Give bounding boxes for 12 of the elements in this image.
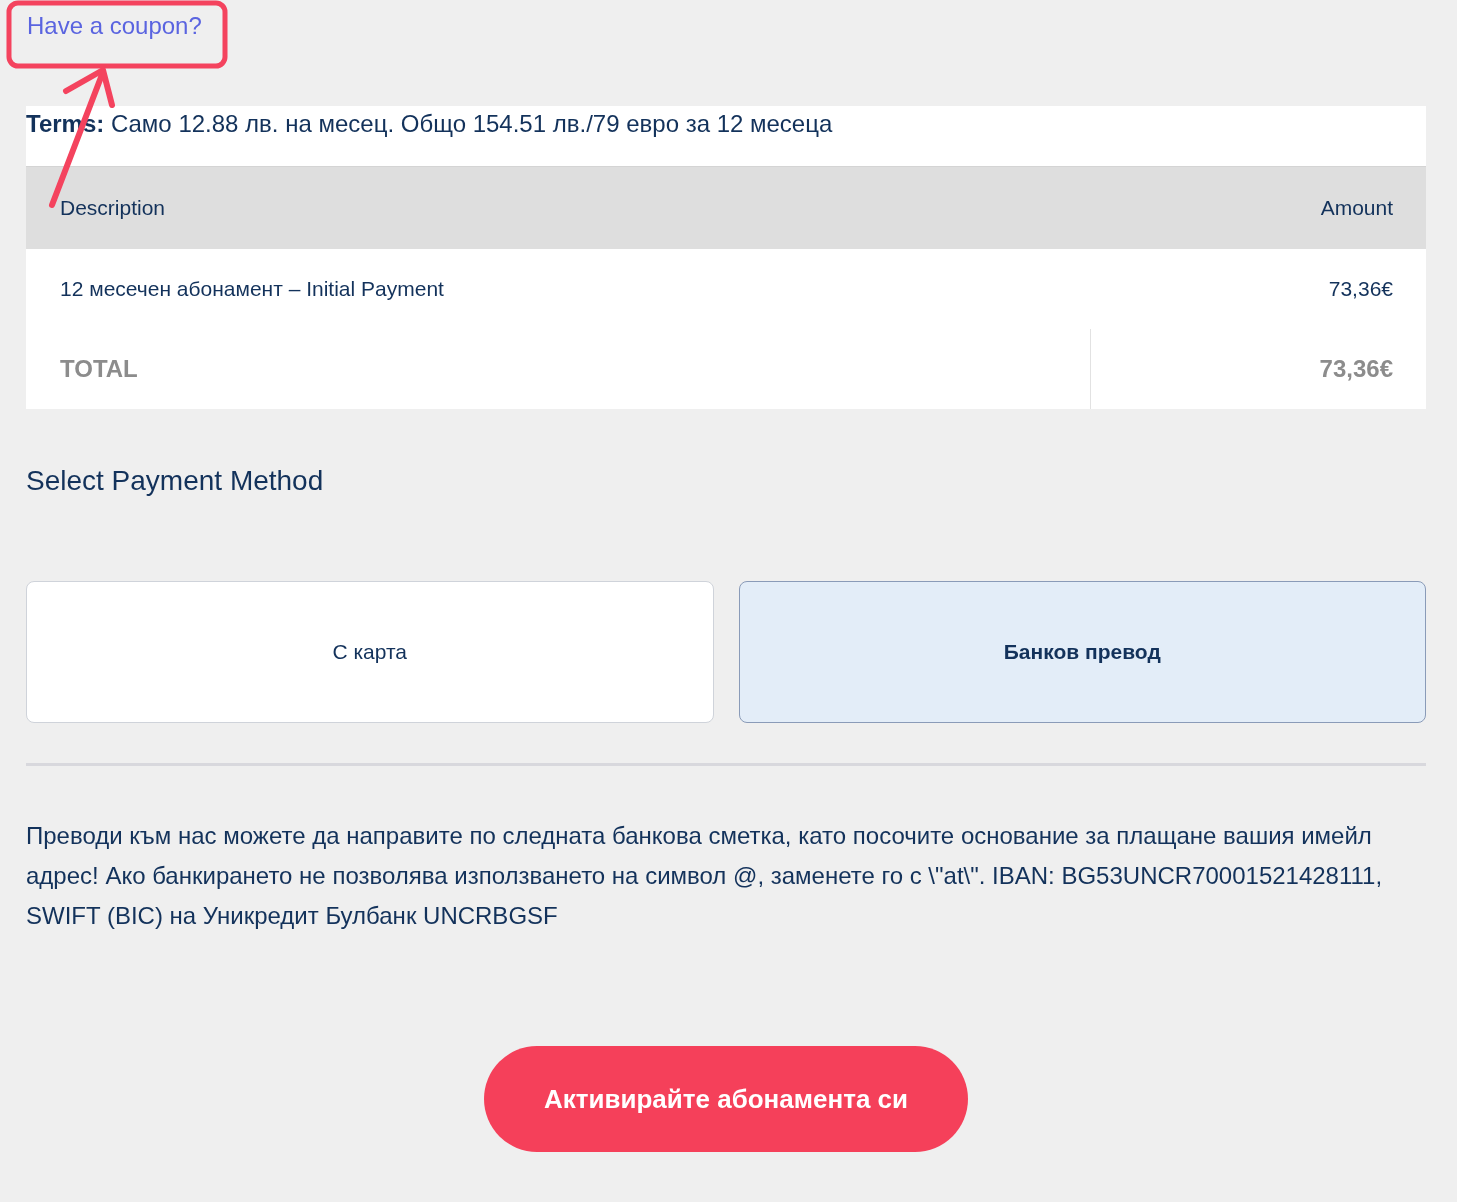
table-cell: 12 месечен абонамент – Initial Payment — [60, 277, 444, 301]
payment-option[interactable]: Банков превод — [738, 581, 1426, 723]
payment-option[interactable]: С карта — [26, 581, 714, 723]
total-label: TOTAL — [60, 355, 138, 383]
column-header: Description — [60, 196, 166, 220]
submit-button[interactable]: Активирайте абонамента си — [484, 1046, 968, 1152]
table-cell: 73,36€ — [1328, 277, 1393, 301]
total-amount: 73,36€ — [1319, 355, 1393, 383]
coupon-link[interactable]: Have a coupon? — [27, 12, 202, 40]
instructions-text: Преводи към нас можете да направите по следната банкова сметка, като посочите основание за плащане вашия имейл адрес! Ако банкирането не позволява използването на символ @, заменете го с \"at\". IBAN: BG53UNCR70001521428111, SWIFT (BIC) на Уникредит Булбанк UNCRBGSF — [26, 821, 1384, 931]
section-heading: Select Payment Method — [26, 465, 325, 497]
column-header: Amount — [1320, 196, 1393, 220]
